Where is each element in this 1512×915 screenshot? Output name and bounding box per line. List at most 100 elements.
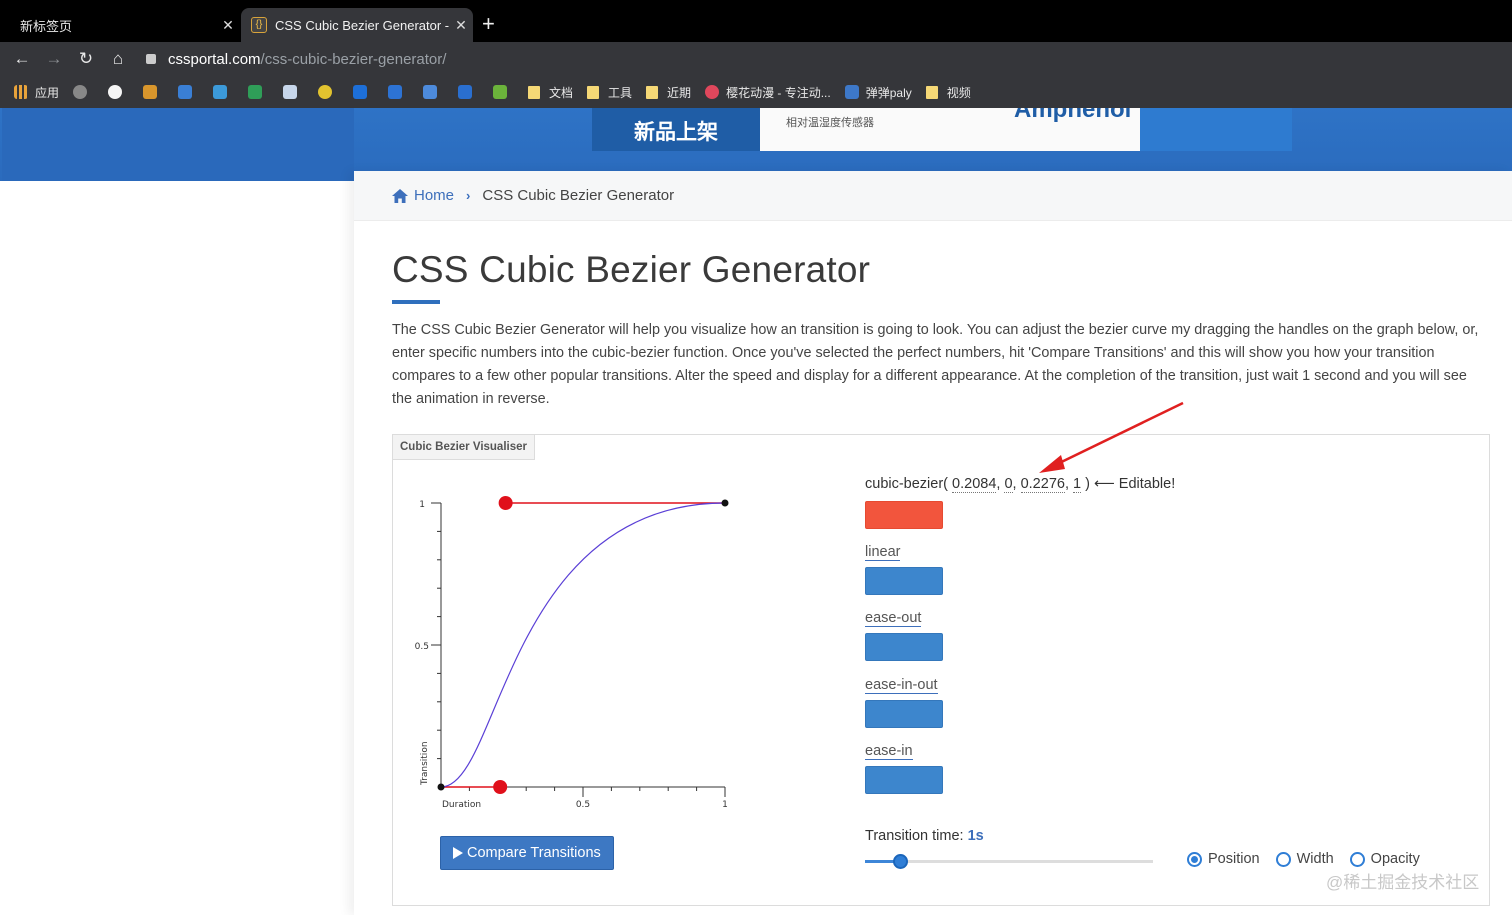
ad-product-panel: 相对温湿度传感器 Amphenol [760, 108, 1140, 151]
tab-strip: 新标签页 ✕ {} CSS Cubic Bezier Generator - C… [0, 0, 1512, 42]
bookmark-item[interactable] [73, 85, 94, 99]
transition-label-ease-in-out[interactable]: ease-in-out [865, 677, 938, 694]
bookmark-label: 文档 [549, 85, 574, 100]
bookmark-item[interactable] [213, 85, 234, 99]
bookmark-item[interactable] [388, 85, 409, 99]
bookmark-item[interactable] [178, 85, 199, 99]
browser-toolbar: ← → ↻ ⌂ cssportal.com /css-cubic-bezier-… [0, 42, 1512, 76]
handle-1[interactable] [493, 780, 508, 794]
transition-label-ease-in[interactable]: ease-in [865, 743, 913, 760]
transition-time-value: 1s [967, 828, 984, 844]
radio-position[interactable]: Position [1187, 851, 1260, 867]
github-icon [108, 85, 123, 99]
reload-icon[interactable]: ↻ [70, 49, 102, 69]
bookmark-sakura[interactable]: 樱花动漫 - 专注动... [705, 84, 831, 101]
left-sidebar [2, 181, 354, 915]
bezier-curve [440, 502, 726, 788]
bookmark-folder-docs[interactable]: 文档 [528, 84, 573, 101]
close-icon[interactable]: ✕ [449, 17, 473, 34]
bookmark-item[interactable] [248, 85, 269, 99]
bookmark-dandan[interactable]: 弹弹paly [844, 84, 912, 101]
radio-opacity[interactable]: Opacity [1349, 851, 1420, 867]
radio-button-selected[interactable] [1187, 851, 1202, 867]
bookmark-item[interactable] [143, 85, 164, 99]
forward-icon[interactable]: → [38, 49, 70, 69]
y-tick-label: 1 [419, 500, 425, 510]
dandan-icon [844, 85, 859, 99]
minor-ticks [437, 530, 698, 791]
bookmark-folder-recent[interactable]: 近期 [646, 84, 691, 101]
transition-label-ease-out[interactable]: ease-out [865, 610, 922, 627]
formula-prefix: cubic-bezier( [865, 476, 948, 492]
ad-headline: 新品上架 [592, 108, 760, 151]
bookmark-item[interactable] [283, 85, 304, 99]
bookmark-folder-tools[interactable]: 工具 [587, 84, 632, 101]
bookmark-label: 视频 [946, 85, 971, 100]
radio-button[interactable] [1349, 851, 1365, 867]
p2-value[interactable]: 0 [1004, 476, 1013, 493]
bookmark-label: 近期 [667, 85, 692, 100]
address-bar[interactable]: cssportal.com /css-cubic-bezier-generato… [146, 51, 446, 68]
radio-button[interactable] [1275, 851, 1291, 867]
p3-value[interactable]: 0.2276 [1020, 476, 1065, 493]
back-icon[interactable]: ← [6, 49, 38, 69]
p1-value[interactable]: 0.2084 [952, 476, 997, 493]
bookmark-label: 工具 [608, 85, 633, 100]
url-path: /css-cubic-bezier-generator/ [260, 50, 447, 68]
bookmark-item[interactable] [318, 85, 339, 99]
bookmark-icon [213, 85, 228, 99]
bookmark-icon [248, 85, 263, 99]
close-icon[interactable]: ✕ [216, 17, 240, 34]
breadcrumb-home-link[interactable]: Home [392, 187, 454, 204]
formula-comma: , [1012, 476, 1017, 492]
bookmark-item[interactable] [458, 85, 479, 99]
title-underline [392, 300, 440, 304]
radio-width[interactable]: Width [1275, 851, 1334, 867]
bookmark-icon [178, 85, 193, 99]
folder-icon [646, 85, 659, 99]
start-point [437, 783, 445, 791]
tab-cssportal[interactable]: {} CSS Cubic Bezier Generator - C ✕ [241, 8, 473, 42]
compare-transitions-button[interactable]: Compare Transitions [440, 836, 614, 870]
apps-grid-icon [14, 85, 28, 99]
site-favicon-icon: {} [251, 17, 267, 33]
page-title: CSS Cubic Bezier Generator [392, 249, 871, 290]
main-content: Home › CSS Cubic Bezier Generator CSS Cu… [354, 171, 1512, 915]
bookmark-folder-video[interactable]: 视频 [925, 84, 971, 101]
radio-label: Opacity [1370, 851, 1420, 867]
tab-title: 新标签页 [20, 18, 73, 34]
transition-label-linear[interactable]: linear [865, 544, 901, 561]
breadcrumb-current: CSS Cubic Bezier Generator [482, 187, 675, 204]
formula-comma: , [996, 476, 1001, 492]
tab-cubic-bezier-visualiser[interactable]: Cubic Bezier Visualiser [393, 435, 535, 460]
p4-value[interactable]: 1 [1073, 476, 1082, 493]
lock-icon [146, 54, 156, 64]
tab-title: CSS Cubic Bezier Generator - C [275, 17, 449, 33]
advertisement-banner[interactable]: 新品上架 相对温湿度传感器 Amphenol [592, 108, 1292, 151]
ease-in-transition-demo [865, 766, 943, 794]
home-icon [392, 188, 408, 203]
home-icon[interactable]: ⌂ [102, 49, 134, 69]
bookmark-icon [458, 85, 473, 99]
bookmark-icon [388, 85, 403, 99]
bookmark-item[interactable] [423, 85, 444, 99]
bookmark-item[interactable] [493, 85, 514, 99]
tab-new-tab-page[interactable]: 新标签页 ✕ [8, 8, 240, 42]
header-left-panel [2, 108, 354, 181]
bookmark-icon [353, 85, 368, 99]
breadcrumb-home-label: Home [414, 187, 455, 204]
intro-paragraph: The CSS Cubic Bezier Generator will help… [392, 322, 1479, 407]
bookmark-item[interactable] [353, 85, 374, 99]
bookmark-label: 弹弹paly [865, 85, 912, 100]
bookmark-apps[interactable]: 应用 [14, 84, 59, 101]
slider-thumb[interactable] [892, 854, 908, 869]
transition-time-slider[interactable] [865, 854, 1153, 869]
visualiser-panel: Cubic Bezier Visualiser 1 0.5 0.5 1 Dura… [392, 401, 1490, 906]
new-tab-icon[interactable]: + [482, 12, 495, 36]
handle-2[interactable] [498, 496, 513, 510]
bookmark-github[interactable] [108, 85, 129, 99]
y-tick-label: 0.5 [415, 642, 429, 652]
folder-icon [925, 85, 938, 99]
x-tick-label: 1 [722, 800, 728, 810]
bezier-graph[interactable]: 1 0.5 0.5 1 Duration Transition [407, 485, 737, 815]
